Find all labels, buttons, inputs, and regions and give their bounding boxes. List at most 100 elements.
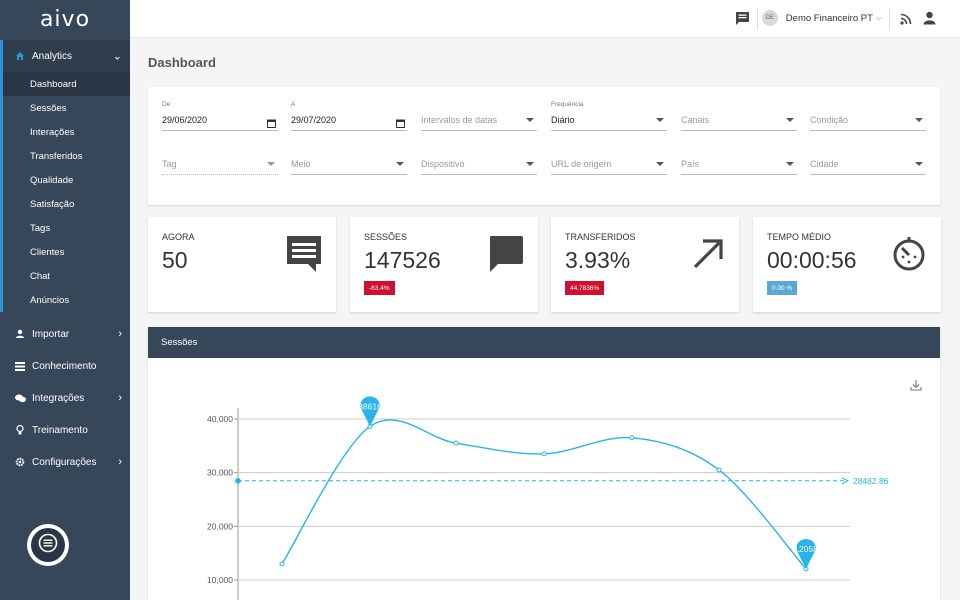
sidebar-sub-transferidos[interactable]: Transferidos: [3, 144, 130, 168]
data-point: [629, 435, 635, 441]
sidebar: aivo Analytics ⌄ Dashboard Sessões Inter…: [0, 0, 130, 600]
caret-down-icon: [267, 162, 275, 166]
sidebar-item-integracoes[interactable]: Integrações ›: [0, 382, 130, 414]
y-tick-label: 30,000: [207, 468, 233, 478]
panel-title: Sessões: [148, 327, 940, 358]
calendar-icon[interactable]: [396, 115, 405, 133]
chevron-down-icon: ⌄: [112, 50, 122, 63]
sidebar-sub-sessoes[interactable]: Sessões: [3, 96, 130, 120]
select-placeholder: Condição: [810, 115, 849, 125]
topbar: DE Demo Financeiro PT ⌵: [130, 0, 960, 38]
date-intervals-select[interactable]: Intervalos de datas: [421, 101, 537, 131]
data-point: [279, 561, 285, 567]
data-point: [453, 440, 459, 446]
city-select[interactable]: Cidade: [810, 145, 926, 175]
aivo-logo[interactable]: aivo: [0, 0, 130, 38]
sidebar-sub-interacoes[interactable]: Interações: [3, 120, 130, 144]
data-point: [716, 467, 722, 473]
sidebar-sub-clientes[interactable]: Clientes: [3, 240, 130, 264]
tag-select[interactable]: Tag: [162, 145, 278, 175]
home-icon: [14, 50, 26, 62]
max-label: 38616: [358, 401, 382, 411]
sidebar-item-label: Conhecimento: [32, 360, 97, 372]
date-to-value: 29/07/2020: [291, 115, 337, 125]
select-placeholder: País: [681, 159, 700, 169]
sidebar-sub-qualidade[interactable]: Qualidade: [3, 168, 130, 192]
calendar-icon[interactable]: [267, 115, 276, 133]
channels-select[interactable]: Canais: [681, 101, 797, 131]
stat-badge: 0.00 %: [767, 281, 798, 295]
stat-badge: -63.4%: [364, 281, 395, 295]
select-placeholder: Tag: [162, 159, 177, 169]
device-select[interactable]: Dispositivo: [421, 145, 537, 175]
sidebar-item-conhecimento[interactable]: Conhecimento: [0, 350, 130, 382]
sidebar-sub-satisfacao[interactable]: Satisfação: [3, 192, 130, 216]
caret-down-icon: [786, 162, 794, 166]
divider: [889, 8, 890, 30]
select-placeholder: Dispositivo: [421, 159, 465, 169]
stat-value: 00:00:56: [767, 247, 857, 273]
origin-url-select[interactable]: URL de origem: [551, 145, 667, 175]
sidebar-sub-dashboard[interactable]: Dashboard: [3, 72, 130, 96]
stat-card-now: AGORA 50: [148, 217, 336, 312]
user-menu[interactable]: DE Demo Financeiro PT ⌵: [761, 10, 882, 26]
date-to-field[interactable]: A 29/07/2020: [291, 101, 407, 131]
sidebar-item-treinamento[interactable]: Treinamento: [0, 414, 130, 446]
condition-select[interactable]: Condição: [810, 101, 926, 131]
stat-title: AGORA: [162, 232, 195, 242]
analytics-submenu: Dashboard Sessões Interações Transferido…: [0, 72, 130, 312]
select-placeholder: URL de origem: [551, 159, 612, 169]
chat-bubbles-icon: [14, 392, 26, 404]
caret-down-icon: [396, 162, 404, 166]
caret-down-icon: [656, 118, 664, 122]
chat-launcher-button[interactable]: [27, 524, 69, 566]
stat-card-avg-time: TEMPO MÉDIO 00:00:56 0.00 %: [753, 217, 941, 312]
sidebar-item-importar[interactable]: Importar ›: [0, 318, 130, 350]
frequency-value: Diário: [551, 115, 575, 125]
stat-card-transferred: TRANSFERIDOS 3.93% 44.7836%: [551, 217, 739, 312]
chevron-down-icon: ⌵: [875, 13, 882, 22]
user-profile-icon[interactable]: [923, 11, 936, 30]
stat-value: 147526: [364, 247, 441, 273]
stat-badge: 44.7836%: [565, 281, 605, 295]
select-placeholder: Canais: [681, 115, 710, 125]
frequency-select[interactable]: Frequência Diário: [551, 101, 667, 131]
sidebar-item-configuracoes[interactable]: Configurações ›: [0, 446, 130, 478]
date-to-label: A: [291, 101, 296, 108]
select-placeholder: Intervalos de datas: [421, 115, 498, 125]
frequency-label: Frequência: [551, 101, 584, 108]
sidebar-item-label: Treinamento: [32, 424, 88, 436]
sidebar-sub-anuncios[interactable]: Anúncios: [3, 288, 130, 312]
divider: [757, 8, 758, 30]
sidebar-item-label: Integrações: [32, 392, 85, 404]
filters-panel: De 29/06/2020 A 29/07/2020 Intervalos de…: [148, 87, 940, 205]
sidebar-item-analytics[interactable]: Analytics ⌄: [0, 40, 130, 72]
list-icon: [14, 360, 26, 372]
sidebar-sub-chat[interactable]: Chat: [3, 264, 130, 288]
sidebar-item-label: Analytics: [32, 50, 73, 62]
upload-user-icon: [14, 328, 26, 340]
sidebar-item-label: Configurações: [32, 456, 97, 468]
chevron-right-icon: ›: [118, 456, 122, 468]
medium-select[interactable]: Meio: [291, 145, 407, 175]
rss-icon[interactable]: [900, 12, 912, 30]
average-start-point: [235, 478, 241, 484]
sessions-chart: 40,000 30,000 20,000 10,000 28482.86 38616 120…: [207, 396, 889, 600]
nav-group-analytics: Analytics ⌄ Dashboard Sessões Interações…: [0, 40, 130, 312]
y-tick-label: 10,000: [207, 575, 233, 585]
bulb-icon: [14, 424, 26, 436]
avatar: DE: [761, 10, 778, 26]
page-title: Dashboard: [148, 55, 216, 70]
country-select[interactable]: País: [681, 145, 797, 175]
sidebar-sub-tags[interactable]: Tags: [3, 216, 130, 240]
stat-title: TRANSFERIDOS: [565, 232, 636, 242]
chevron-right-icon: ›: [118, 328, 122, 340]
date-from-field[interactable]: De 29/06/2020: [162, 101, 278, 131]
chat-bubble-icon: [488, 235, 524, 278]
min-label: 12058: [794, 544, 818, 554]
select-placeholder: Meio: [291, 159, 311, 169]
message-icon[interactable]: [735, 11, 750, 31]
sessions-panel: Sessões 40,000 30,000 20,000 10,000 28482.86…: [148, 327, 940, 600]
chevron-right-icon: ›: [118, 392, 122, 404]
caret-down-icon: [656, 162, 664, 166]
